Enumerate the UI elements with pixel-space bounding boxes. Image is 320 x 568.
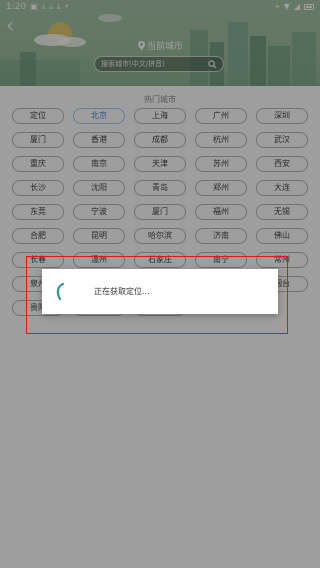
city-picker-screen: ‹ 当前城市 1:20 ▣ ⤓ ⤓ ⤓ • ⌖ ▼	[0, 0, 320, 568]
highlight-box	[26, 256, 288, 334]
